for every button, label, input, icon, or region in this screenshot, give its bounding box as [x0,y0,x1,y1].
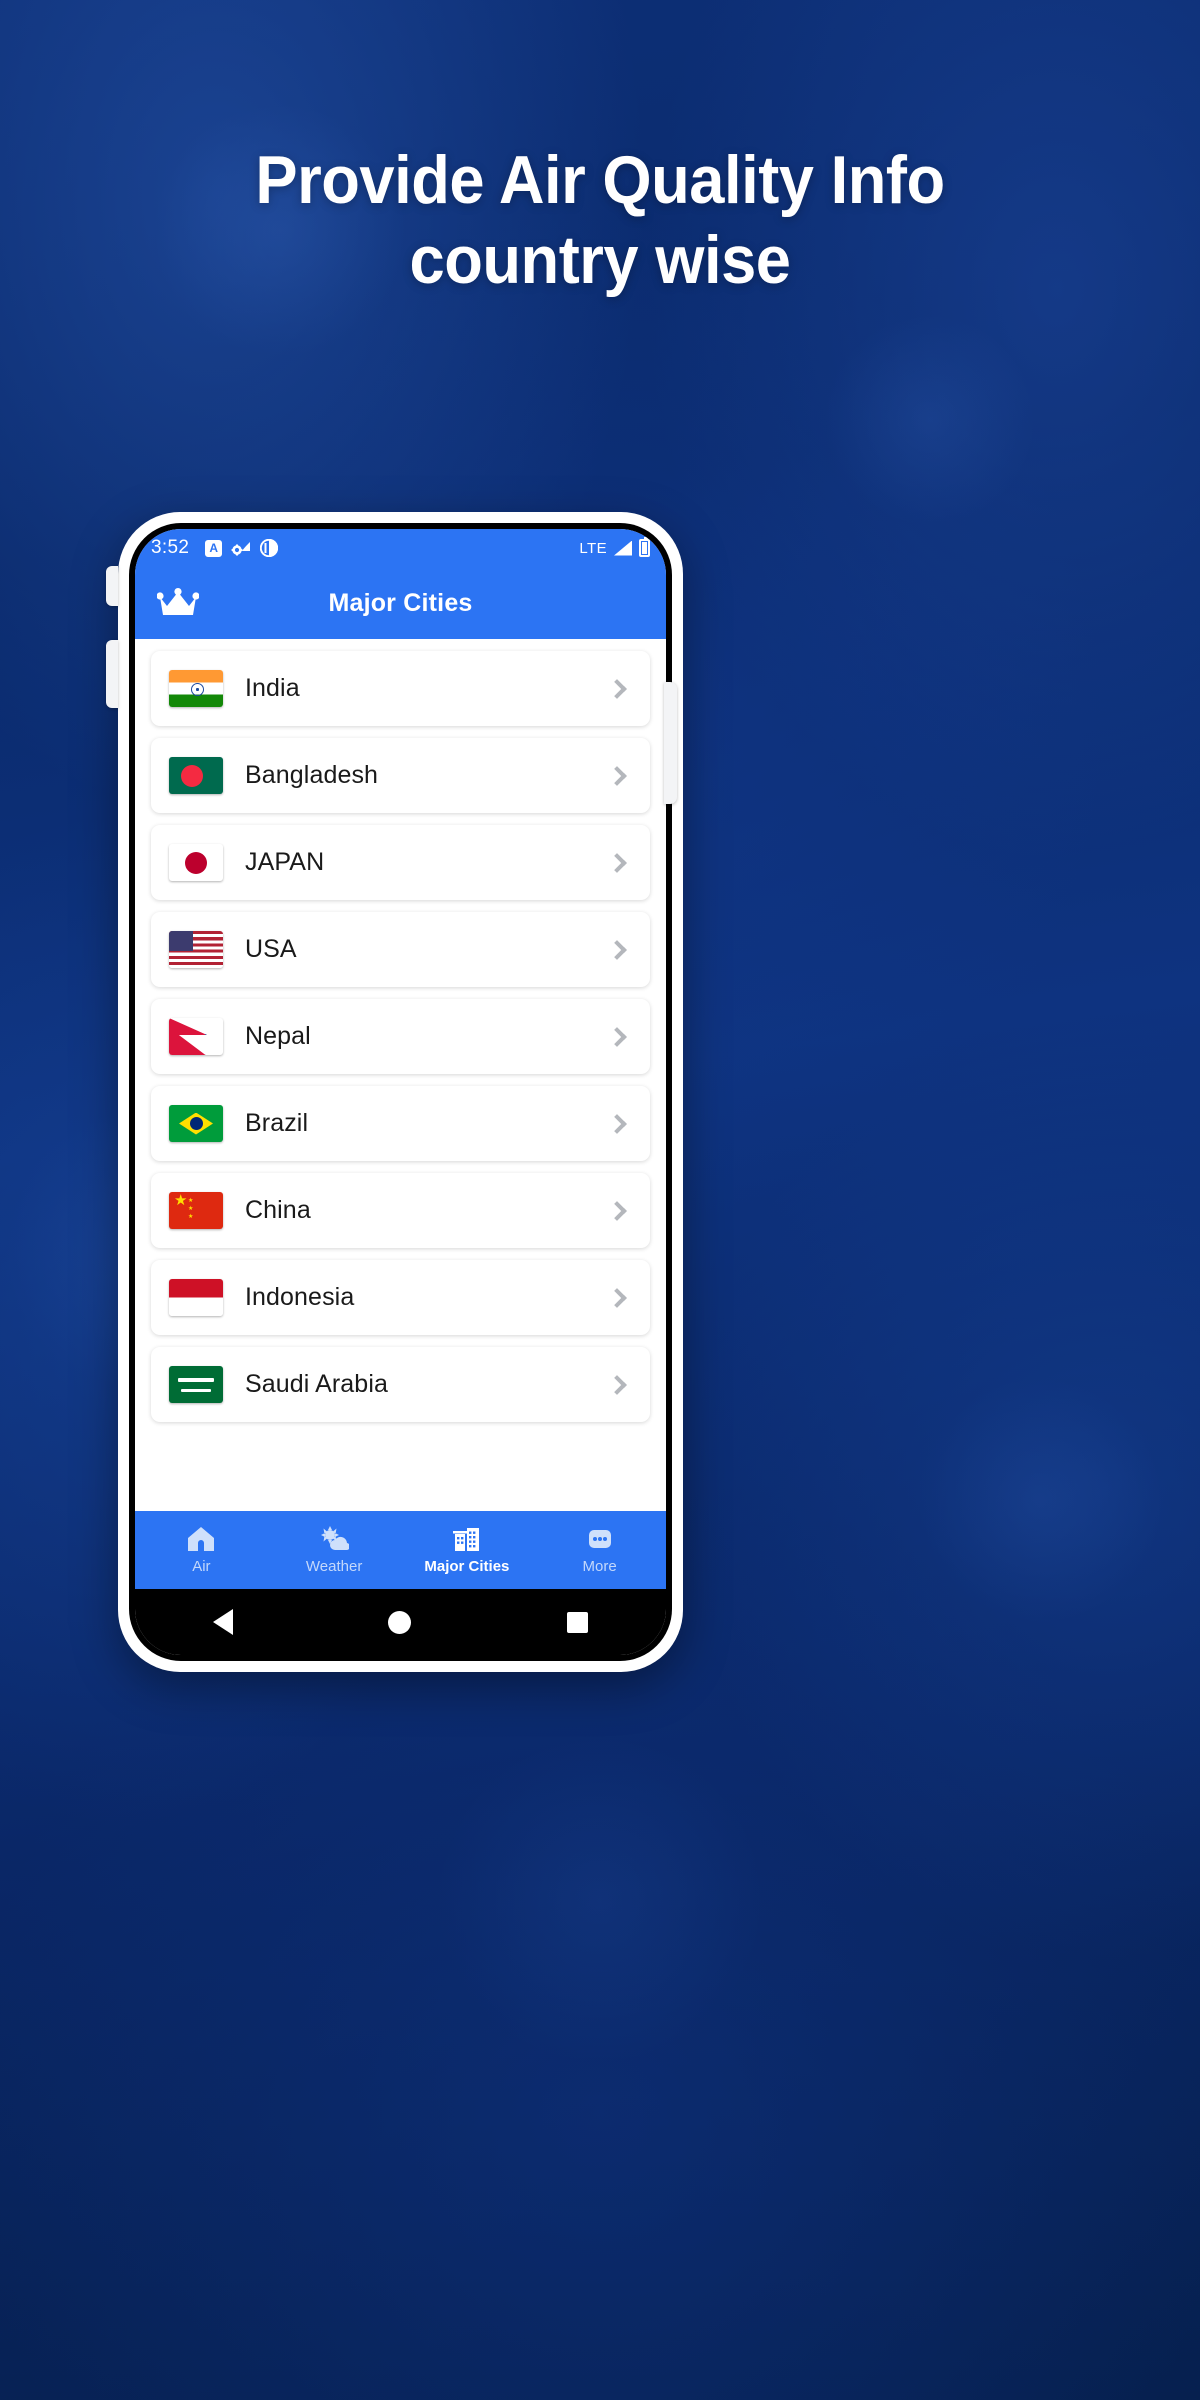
flag-icon [169,757,223,794]
flag-icon [169,1018,223,1055]
nav-item-major-cities[interactable]: Major Cities [401,1511,534,1589]
battery-icon [639,537,650,557]
country-row[interactable]: India [151,651,650,726]
nav-item-weather[interactable]: Weather [268,1511,401,1589]
country-row[interactable]: USA [151,912,650,987]
status-bar: 3:52 A LTE [135,529,666,567]
flag-icon [169,1192,223,1229]
country-name: China [245,1196,311,1224]
status-time: 3:52 [151,537,190,558]
crown-icon[interactable] [157,588,199,618]
phone-bezel: 3:52 A LTE Major Cities India Bangladesh… [129,523,672,1661]
bottom-navigation: Air Weather Major Cities More [135,1511,666,1589]
country-name: JAPAN [245,848,325,876]
nav-item-more[interactable]: More [533,1511,666,1589]
phone-volume-button[interactable] [106,640,118,708]
home-circle-icon[interactable] [388,1610,412,1634]
country-name: USA [245,935,297,963]
country-row[interactable]: JAPAN [151,825,650,900]
flag-icon [169,1366,223,1403]
chevron-right-icon[interactable] [607,678,627,699]
country-name: Indonesia [245,1283,355,1311]
chevron-right-icon[interactable] [607,765,627,786]
promo-headline: Provide Air Quality Info country wise [42,140,1158,300]
more-dots-icon [586,1525,614,1553]
chevron-right-icon[interactable] [607,1374,627,1395]
notification-icon [260,539,279,557]
nav-item-air[interactable]: Air [135,1511,268,1589]
chevron-right-icon[interactable] [607,1287,627,1308]
status-left-icons: A [205,539,279,557]
back-triangle-icon[interactable] [212,1609,233,1635]
country-name: Nepal [245,1022,311,1050]
country-row[interactable]: Brazil [151,1086,650,1161]
status-right-icons: LTE [579,537,650,557]
letter-a-badge-icon: A [205,539,223,557]
system-navigation-bar [135,1589,666,1655]
country-list[interactable]: India Bangladesh JAPAN USA Nepal Brazil China I… [135,639,666,1511]
flag-icon [169,931,223,968]
country-name: Bangladesh [245,761,379,789]
chevron-right-icon[interactable] [607,1200,627,1221]
flag-icon [169,670,223,707]
country-name: Brazil [245,1109,309,1137]
flag-icon [169,1279,223,1316]
gear-wifi-icon [231,542,251,556]
recents-square-icon[interactable] [567,1611,589,1633]
phone-screen: 3:52 A LTE Major Cities India Bangladesh… [135,529,666,1655]
buildings-icon [452,1525,481,1553]
country-row[interactable]: China [151,1173,650,1248]
nav-label-more: More [582,1558,617,1575]
flag-icon [169,844,223,881]
chevron-right-icon[interactable] [607,939,627,960]
home-icon [187,1525,215,1553]
country-name: India [245,674,300,702]
country-name: Saudi Arabia [245,1370,388,1398]
nav-label-air: Air [192,1558,211,1575]
country-row[interactable]: Indonesia [151,1260,650,1335]
chevron-right-icon[interactable] [607,852,627,873]
signal-bars-icon [614,540,632,556]
network-label: LTE [579,539,607,557]
phone-mute-button[interactable] [106,566,118,606]
chevron-right-icon[interactable] [607,1026,627,1047]
phone-power-button[interactable] [664,682,677,804]
headline-line-2: country wise [409,222,791,299]
chevron-right-icon[interactable] [607,1113,627,1134]
page-title: Major Cities [328,588,473,617]
country-row[interactable]: Bangladesh [151,738,650,813]
nav-label-major-cities: Major Cities [424,1558,510,1575]
country-row[interactable]: Nepal [151,999,650,1074]
nav-label-weather: Weather [305,1558,363,1575]
headline-line-1: Provide Air Quality Info [255,142,945,218]
country-row[interactable]: Saudi Arabia [151,1347,650,1422]
phone-mockup: 3:52 A LTE Major Cities India Bangladesh… [118,512,683,1672]
flag-icon [169,1105,223,1142]
sun-cloud-icon [319,1525,350,1553]
app-bar: Major Cities [135,567,666,639]
